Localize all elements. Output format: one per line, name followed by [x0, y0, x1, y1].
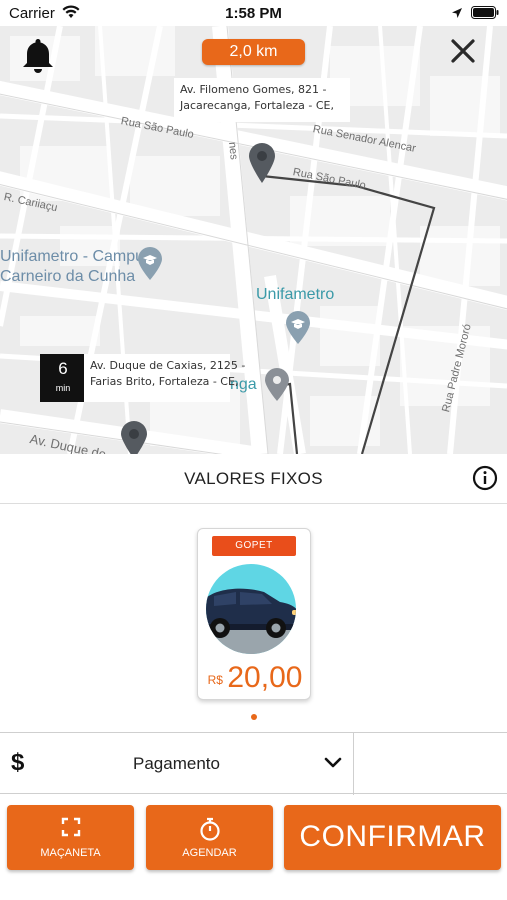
- origin-address: Av. Duque de Caxias, 2125 - Farias Brito…: [84, 354, 246, 402]
- car-illustration: [206, 562, 304, 661]
- origin-pin-icon[interactable]: [120, 420, 148, 454]
- fare-section-header: VALORES FIXOS: [0, 454, 507, 504]
- destination-address-line: Av. Filomeno Gomes, 821 -: [180, 83, 327, 96]
- vehicle-category-badge: GOPET: [212, 536, 296, 556]
- schedule-button[interactable]: AGENDAR: [146, 805, 273, 870]
- poi-label: Unifametro: [256, 286, 335, 303]
- vehicle-price: R$ 20,00: [198, 661, 312, 695]
- eta-badge: 6 min: [40, 354, 86, 402]
- timer-icon: [146, 817, 273, 841]
- clock: 1:58 PM: [225, 5, 282, 22]
- distance-badge: 2,0 km: [202, 39, 305, 65]
- eta-value: 6: [58, 359, 68, 378]
- destination-pin-icon[interactable]: [248, 142, 276, 189]
- price-value: 20,00: [227, 661, 303, 694]
- expand-icon: [7, 817, 134, 837]
- currency-symbol: R$: [207, 673, 223, 687]
- graduation-cap-icon[interactable]: [285, 311, 311, 350]
- confirm-button[interactable]: CONFIRMAR: [284, 805, 501, 870]
- origin-address-line: Av. Duque de Caxias, 2125 -: [90, 359, 246, 372]
- payment-row[interactable]: $ Pagamento: [0, 732, 507, 795]
- status-bar: Carrier 1:58 PM: [0, 0, 507, 26]
- street-label: nes: [226, 141, 240, 161]
- payment-method-label: Pagamento: [133, 754, 220, 773]
- graduation-cap-icon[interactable]: [137, 247, 163, 286]
- fare-section-title: VALORES FIXOS: [184, 469, 323, 488]
- bell-icon[interactable]: [20, 36, 56, 84]
- close-icon[interactable]: [448, 36, 478, 66]
- map-pin-icon[interactable]: [264, 368, 290, 407]
- chevron-down-icon[interactable]: [324, 756, 342, 774]
- origin-address-line: Farias Brito, Fortaleza - CE,: [90, 375, 239, 388]
- payment-divider: [353, 733, 354, 795]
- map-view[interactable]: Rua São Paulo Rua Senador Alencar Rua Sã…: [0, 26, 507, 454]
- macaneta-label: MAÇANETA: [40, 847, 101, 859]
- poi-label: Unifametro - Campus: [0, 248, 153, 265]
- destination-address: Av. Filomeno Gomes, 821 - Jacarecanga, F…: [174, 78, 350, 122]
- macaneta-button[interactable]: MAÇANETA: [7, 805, 134, 870]
- schedule-label: AGENDAR: [182, 847, 237, 859]
- vehicle-category-card[interactable]: GOPET R$ 20,00: [197, 528, 311, 700]
- confirm-label: CONFIRMAR: [299, 820, 486, 853]
- battery-icon: [471, 6, 499, 24]
- destination-address-line: Jacarecanga, Fortaleza - CE,: [180, 99, 334, 112]
- poi-label: Carneiro da Cunha: [0, 268, 136, 285]
- info-icon[interactable]: [472, 465, 498, 491]
- carousel-page-indicator: [251, 714, 257, 720]
- eta-unit: min: [55, 383, 71, 393]
- location-arrow-icon: [451, 6, 463, 24]
